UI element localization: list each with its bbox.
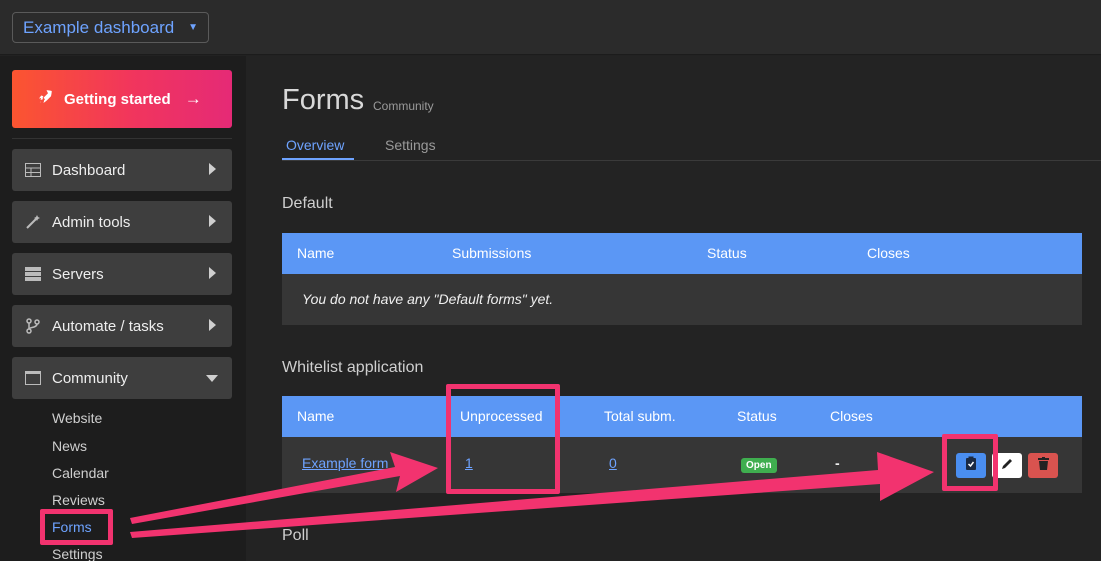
- annotation-arrows: [130, 452, 934, 538]
